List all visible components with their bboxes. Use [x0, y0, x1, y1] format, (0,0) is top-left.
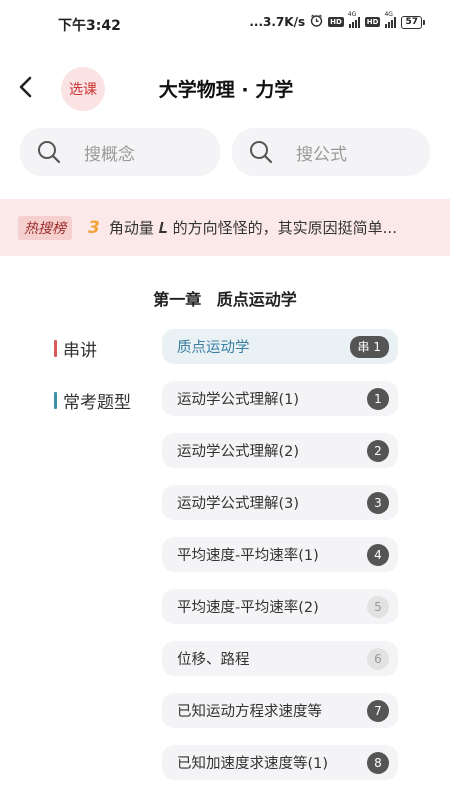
lesson-item[interactable]: 已知加速度求速度等(1) 8 — [162, 745, 398, 780]
lesson-item[interactable]: 运动学公式理解(1) 1 — [162, 381, 398, 416]
signal-icon-2: 4G — [384, 11, 397, 28]
lesson-label: 质点运动学 — [177, 340, 250, 356]
lesson-badge: 4 — [367, 543, 389, 566]
lesson-badge: 2 — [367, 439, 389, 462]
hot-search-rank: 3 — [88, 217, 100, 238]
lesson-label: 已知运动方程求速度等 — [177, 704, 322, 720]
header: 选课 大学物理 · 力学 — [0, 58, 450, 118]
lesson-item[interactable]: 运动学公式理解(3) 3 — [162, 485, 398, 520]
nav-item-question-types[interactable]: 常考题型 — [54, 388, 131, 413]
lesson-badge: 5 — [367, 595, 389, 618]
hd-icon-2: HD — [364, 17, 381, 27]
lesson-label: 运动学公式理解(1) — [177, 392, 300, 408]
battery-icon: 57 — [401, 15, 425, 29]
lesson-label: 平均速度-平均速率(1) — [177, 548, 319, 564]
lesson-label: 已知加速度求速度等(1) — [177, 756, 329, 772]
status-icons: ...3.7K/s HD 4G HD 4G 57 — [249, 11, 425, 30]
network-speed: ...3.7K/s — [249, 15, 306, 29]
hot-search-banner[interactable]: 热搜榜 3 角动量 𝑳 的方向怪怪的，其实原因挺简单... — [0, 199, 450, 256]
lesson-item[interactable]: 已知运动方程求速度等 7 — [162, 693, 398, 728]
hot-search-text: 角动量 𝑳 的方向怪怪的，其实原因挺简单... — [108, 219, 397, 237]
lesson-label: 运动学公式理解(2) — [177, 444, 300, 460]
status-bar: 下午3:42 ...3.7K/s HD 4G HD 4G 57 — [0, 0, 450, 46]
hd-icon: HD — [328, 17, 344, 27]
hot-search-tag: 热搜榜 — [18, 215, 72, 240]
nav-item-review[interactable]: 串讲 — [54, 336, 97, 361]
concept-search-input[interactable]: 搜概念 — [20, 128, 220, 176]
lesson-label: 运动学公式理解(3) — [177, 496, 300, 512]
nav-item-label: 常考题型 — [63, 393, 131, 413]
lesson-item[interactable]: 质点运动学 串 1 — [162, 329, 398, 364]
formula-search-input[interactable]: 搜公式 — [232, 128, 430, 176]
lesson-item[interactable]: 运动学公式理解(2) 2 — [162, 433, 398, 468]
lesson-badge: 1 — [367, 387, 389, 410]
lesson-badge: 6 — [367, 647, 389, 670]
lesson-item[interactable]: 位移、路程 6 — [162, 641, 398, 676]
search-icon — [250, 141, 273, 164]
lesson-item[interactable]: 平均速度-平均速率(1) 4 — [162, 537, 398, 572]
lesson-label: 位移、路程 — [177, 652, 250, 668]
search-icon — [38, 141, 61, 164]
page-title: 大学物理 · 力学 — [158, 79, 294, 101]
nav-item-label: 串讲 — [63, 341, 97, 361]
signal-icon-1: 4G — [348, 11, 360, 28]
formula-search-placeholder: 搜公式 — [296, 144, 347, 165]
lesson-badge: 3 — [367, 491, 389, 514]
lesson-badge: 7 — [367, 699, 389, 722]
concept-search-placeholder: 搜概念 — [84, 144, 135, 165]
status-time: 下午3:42 — [58, 18, 121, 34]
nav-indicator — [54, 392, 57, 409]
lesson-badge: 8 — [367, 751, 389, 774]
lesson-item[interactable]: 平均速度-平均速率(2) 5 — [162, 589, 398, 624]
chapter-title: 第一章 质点运动学 — [153, 290, 297, 309]
alarm-icon — [310, 14, 323, 30]
lesson-badge: 串 1 — [349, 335, 389, 358]
nav-indicator — [54, 340, 57, 357]
lesson-label: 平均速度-平均速率(2) — [177, 600, 319, 616]
